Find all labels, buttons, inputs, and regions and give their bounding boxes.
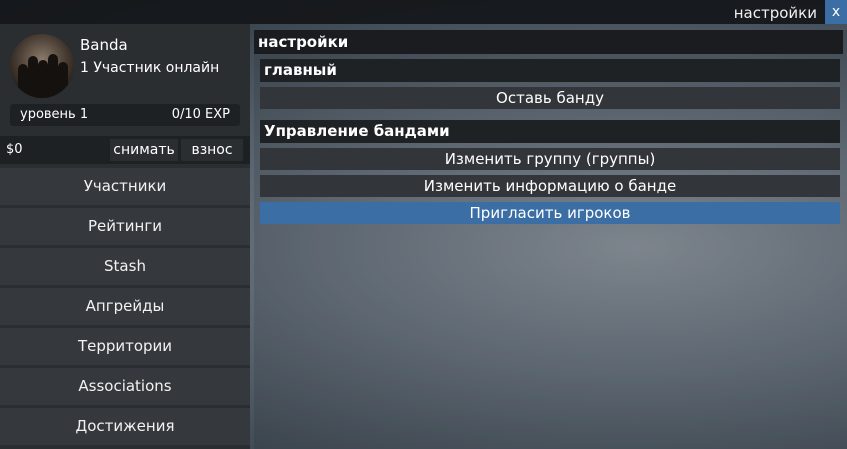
sidebar-item-associations[interactable]: Associations: [0, 368, 250, 405]
level-bar: уровень 1 0/10 EXP: [10, 104, 240, 126]
deposit-button[interactable]: взнос: [181, 139, 243, 161]
gang-name: Banda: [80, 36, 128, 54]
sidebar-menu: Участники Рейтинги Stash Апгрейды Террит…: [0, 168, 250, 448]
gang-avatar: [10, 34, 74, 98]
sidebar-item-achievements[interactable]: Достижения: [0, 408, 250, 445]
gang-profile: Banda 1 Участник онлайн уровень 1 0/10 E…: [0, 24, 250, 130]
section-gang-management-header: Управление бандами: [260, 120, 840, 143]
sidebar-item-members[interactable]: Участники: [0, 168, 250, 205]
online-count: 1 Участник онлайн: [80, 60, 220, 76]
sidebar-item-upgrades[interactable]: Апгрейды: [0, 288, 250, 325]
edit-groups-button[interactable]: Изменить группу (группы): [260, 148, 840, 170]
withdraw-button[interactable]: снимать: [110, 139, 178, 161]
money-amount: $0: [6, 142, 23, 157]
invite-players-button[interactable]: Пригласить игроков: [260, 202, 840, 224]
window-title: настройки: [733, 4, 817, 22]
window-titlebar: настройки x: [0, 0, 847, 24]
level-label: уровень 1: [20, 107, 89, 122]
leave-gang-button[interactable]: Оставь банду: [260, 87, 840, 109]
page-title: настройки: [254, 30, 843, 54]
sidebar: Banda 1 Участник онлайн уровень 1 0/10 E…: [0, 24, 250, 449]
money-row: $0 снимать взнос: [0, 136, 250, 164]
section-main-header: главный: [260, 59, 840, 82]
edit-gang-info-button[interactable]: Изменить информацию о банде: [260, 175, 840, 197]
sidebar-item-ratings[interactable]: Рейтинги: [0, 208, 250, 245]
sidebar-item-territories[interactable]: Территории: [0, 328, 250, 365]
exp-label: 0/10 EXP: [171, 107, 230, 122]
sidebar-item-stash[interactable]: Stash: [0, 248, 250, 285]
close-button[interactable]: x: [825, 0, 847, 24]
